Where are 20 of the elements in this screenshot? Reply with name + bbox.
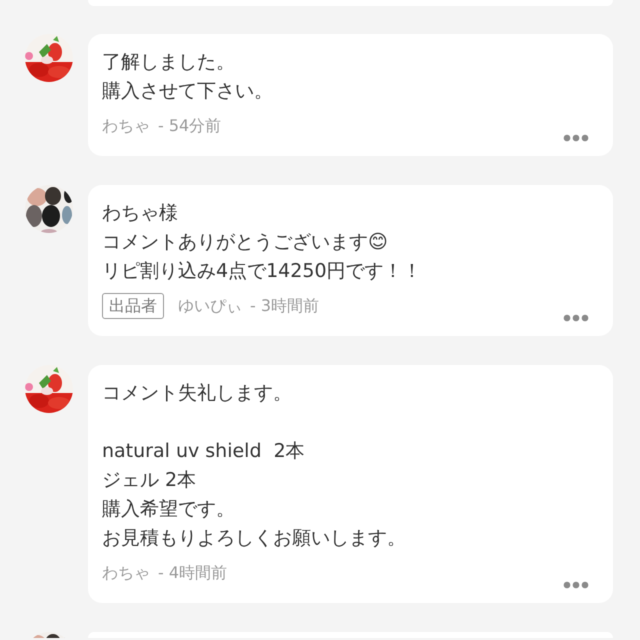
comment-text: natural uv shield 2本 (102, 439, 305, 464)
more-icon[interactable] (563, 314, 589, 322)
comment-text: コメント失礼します。 (102, 381, 292, 406)
comment-text: コメントありがとうございます😊 (102, 230, 388, 255)
more-icon[interactable] (563, 581, 589, 589)
comment-text: お見積もりよろしくお願いします。 (102, 526, 406, 551)
timestamp: - 54分前 (158, 116, 222, 136)
author-name[interactable]: わちゃ (102, 116, 150, 136)
more-icon[interactable] (563, 134, 589, 142)
author-name[interactable]: わちゃ (102, 562, 150, 584)
comment-text: わちゃ様 (102, 201, 178, 226)
comment-text: ジェル 2本 (102, 468, 196, 493)
seller-tag: 出品者 (102, 293, 164, 319)
comment-text: リピ割り込み4点で14250円です！！ (102, 259, 422, 284)
comment-text: 了解しました。 (102, 50, 235, 75)
timestamp: - 3時間前 (250, 296, 320, 316)
comment-text: 購入させて下さい。 (102, 79, 273, 104)
timestamp: - 4時間前 (158, 562, 228, 584)
comment-text: 購入希望です。 (102, 497, 235, 522)
author-name[interactable]: ゆいぴぃ (178, 296, 242, 316)
